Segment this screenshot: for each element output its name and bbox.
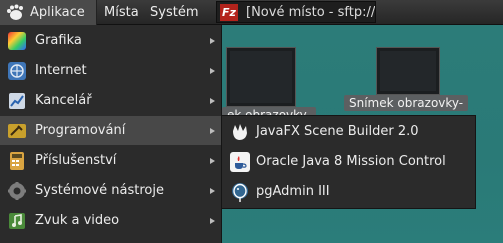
menu-item-graphics[interactable]: Grafika [0, 26, 221, 55]
window-title: [Nové místo - sftp://v... [246, 5, 376, 20]
menu-item-sound-video[interactable]: Zvuk a video [0, 206, 221, 235]
javafx-icon [233, 124, 247, 140]
taskbar-window-button[interactable]: Fz [Nové místo - sftp://v... [216, 1, 376, 23]
submenu-item-label: JavaFX Scene Builder 2.0 [256, 124, 419, 139]
menu-item-label: Kancelář [35, 93, 92, 108]
applications-menu: Grafika Internet Kancelář Programování P… [0, 25, 222, 243]
desktop-file-label[interactable]: Snímek obrazovky- [344, 95, 469, 111]
menu-item-office[interactable]: Kancelář [0, 86, 221, 115]
submenu-arrow-icon [210, 98, 215, 104]
office-icon [9, 93, 25, 109]
submenu-arrow-icon [210, 128, 215, 134]
desktop-file-thumbnail[interactable] [376, 47, 440, 95]
submenu-arrow-icon [210, 38, 215, 44]
graphics-icon [8, 32, 26, 50]
menu-item-system-tools[interactable]: Systémové nástroje [0, 176, 221, 205]
system-tools-icon [8, 182, 26, 200]
thumbnail-preview [230, 51, 292, 103]
applications-menu-button[interactable]: Aplikace [0, 0, 97, 25]
system-menu-button[interactable]: Systém [146, 0, 202, 25]
submenu-item-label: pgAdmin III [256, 184, 330, 199]
menu-item-programming[interactable]: Programování [0, 116, 221, 145]
submenu-arrow-icon [210, 188, 215, 194]
applications-menu-label: Aplikace [30, 5, 85, 20]
pgadmin-icon [232, 183, 248, 202]
programming-icon [8, 124, 26, 138]
menu-item-label: Grafika [35, 33, 82, 48]
submenu-item-label: Oracle Java 8 Mission Control [256, 154, 446, 169]
thumbnail-preview [380, 51, 436, 91]
submenu-item-javafx-scene-builder[interactable]: JavaFX Scene Builder 2.0 [222, 117, 475, 146]
submenu-arrow-icon [210, 158, 215, 164]
menu-item-label: Zvuk a video [35, 213, 120, 228]
filezilla-icon: Fz [220, 4, 238, 21]
programming-submenu: JavaFX Scene Builder 2.0 Oracle Java 8 M… [222, 115, 476, 209]
internet-icon [8, 62, 26, 80]
places-menu-button[interactable]: Místa [100, 0, 143, 25]
desktop-file-thumbnail[interactable] [226, 47, 296, 107]
top-panel: Aplikace Místa Systém Fz [Nové místo - s… [0, 0, 503, 25]
menu-item-label: Příslušenství [35, 153, 117, 168]
submenu-item-pgadmin[interactable]: pgAdmin III [222, 177, 475, 206]
java-icon [230, 152, 250, 172]
menu-item-label: Programování [35, 123, 126, 138]
submenu-item-java-mission-control[interactable]: Oracle Java 8 Mission Control [222, 147, 475, 176]
accessories-icon [10, 152, 24, 170]
menu-item-label: Internet [35, 63, 87, 78]
menu-item-internet[interactable]: Internet [0, 56, 221, 85]
submenu-arrow-icon [210, 218, 215, 224]
sound-video-icon [9, 213, 25, 229]
menu-item-label: Systémové nástroje [35, 183, 164, 198]
menu-item-accessories[interactable]: Příslušenství [0, 146, 221, 175]
submenu-arrow-icon [210, 68, 215, 74]
gnome-foot-icon [7, 4, 23, 20]
